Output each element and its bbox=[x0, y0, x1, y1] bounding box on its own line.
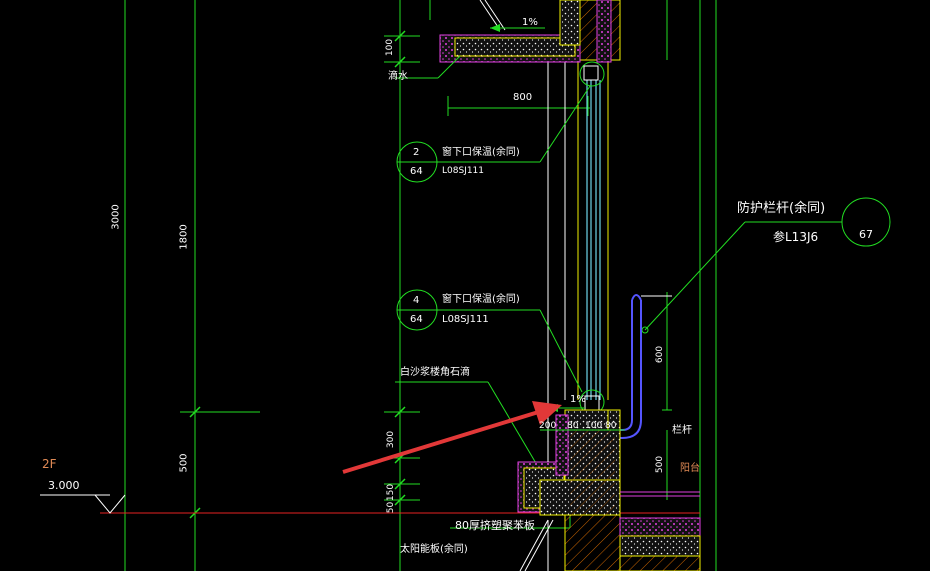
dim-100-b: 100 bbox=[585, 421, 603, 431]
cad-drawing-canvas: 100 滴水 800 1% 3000 1800 500 300 150 50 2… bbox=[0, 0, 930, 571]
sill-note: 白沙浆楼角石滴 bbox=[400, 367, 470, 378]
right-grid-lines bbox=[662, 0, 717, 571]
wall-section-drawing bbox=[40, 0, 891, 571]
dim-150: 150 bbox=[386, 483, 397, 502]
callout-4-ref: L08SJ111 bbox=[442, 314, 489, 325]
railing-ref: 参L13J6 bbox=[773, 230, 819, 244]
solar-note: 太阳能板(余同) bbox=[400, 544, 468, 555]
callout-2-text: 窗下口保温(余同) bbox=[442, 147, 520, 158]
joint-box-top bbox=[583, 65, 599, 81]
dim-300: 300 bbox=[386, 430, 397, 449]
dim-800: 800 bbox=[513, 92, 533, 103]
railing-title: 防护栏杆(余同) bbox=[737, 201, 826, 216]
dim-80-a: 80 bbox=[567, 421, 579, 431]
dim-1800: 1800 bbox=[178, 224, 190, 250]
callout-2-num: 2 bbox=[413, 147, 420, 158]
floor-elevation: 3.000 bbox=[48, 479, 80, 492]
drip-label: 滴水 bbox=[388, 71, 408, 82]
callout-2-ref: L08SJ111 bbox=[442, 166, 485, 176]
slope-top: 1% bbox=[522, 17, 538, 28]
red-annotation-arrow bbox=[342, 401, 562, 474]
dim-500-left: 500 bbox=[178, 453, 190, 473]
window-glass bbox=[586, 80, 601, 400]
callout-4-text: 窗下口保温(余同) bbox=[442, 294, 520, 305]
dim-50: 50 bbox=[386, 501, 397, 514]
dim-100-top: 100 bbox=[385, 38, 396, 57]
dim-3000: 3000 bbox=[110, 204, 122, 230]
dimension-ticks bbox=[189, 30, 406, 519]
level-triangle bbox=[94, 494, 126, 514]
dim-500-right: 500 bbox=[655, 455, 666, 474]
dim-80-b: 80 bbox=[605, 421, 617, 431]
dim-200: 200 bbox=[539, 421, 557, 431]
floor-2f: 2F bbox=[42, 457, 57, 471]
railing-callout-num: 67 bbox=[859, 228, 873, 241]
callout-2-page: 64 bbox=[410, 166, 423, 177]
callout-4-page: 64 bbox=[410, 314, 423, 325]
rail-note: 栏杆 bbox=[672, 425, 692, 436]
plate-note: 80厚挤塑聚苯板 bbox=[455, 519, 535, 532]
slope-bottom: 1% bbox=[570, 394, 586, 405]
dim-600: 600 bbox=[655, 345, 666, 364]
window-frame bbox=[577, 62, 609, 400]
top-slab bbox=[439, 0, 621, 63]
balcony-note: 阳台 bbox=[680, 463, 700, 474]
callout-4-num: 4 bbox=[413, 295, 420, 306]
